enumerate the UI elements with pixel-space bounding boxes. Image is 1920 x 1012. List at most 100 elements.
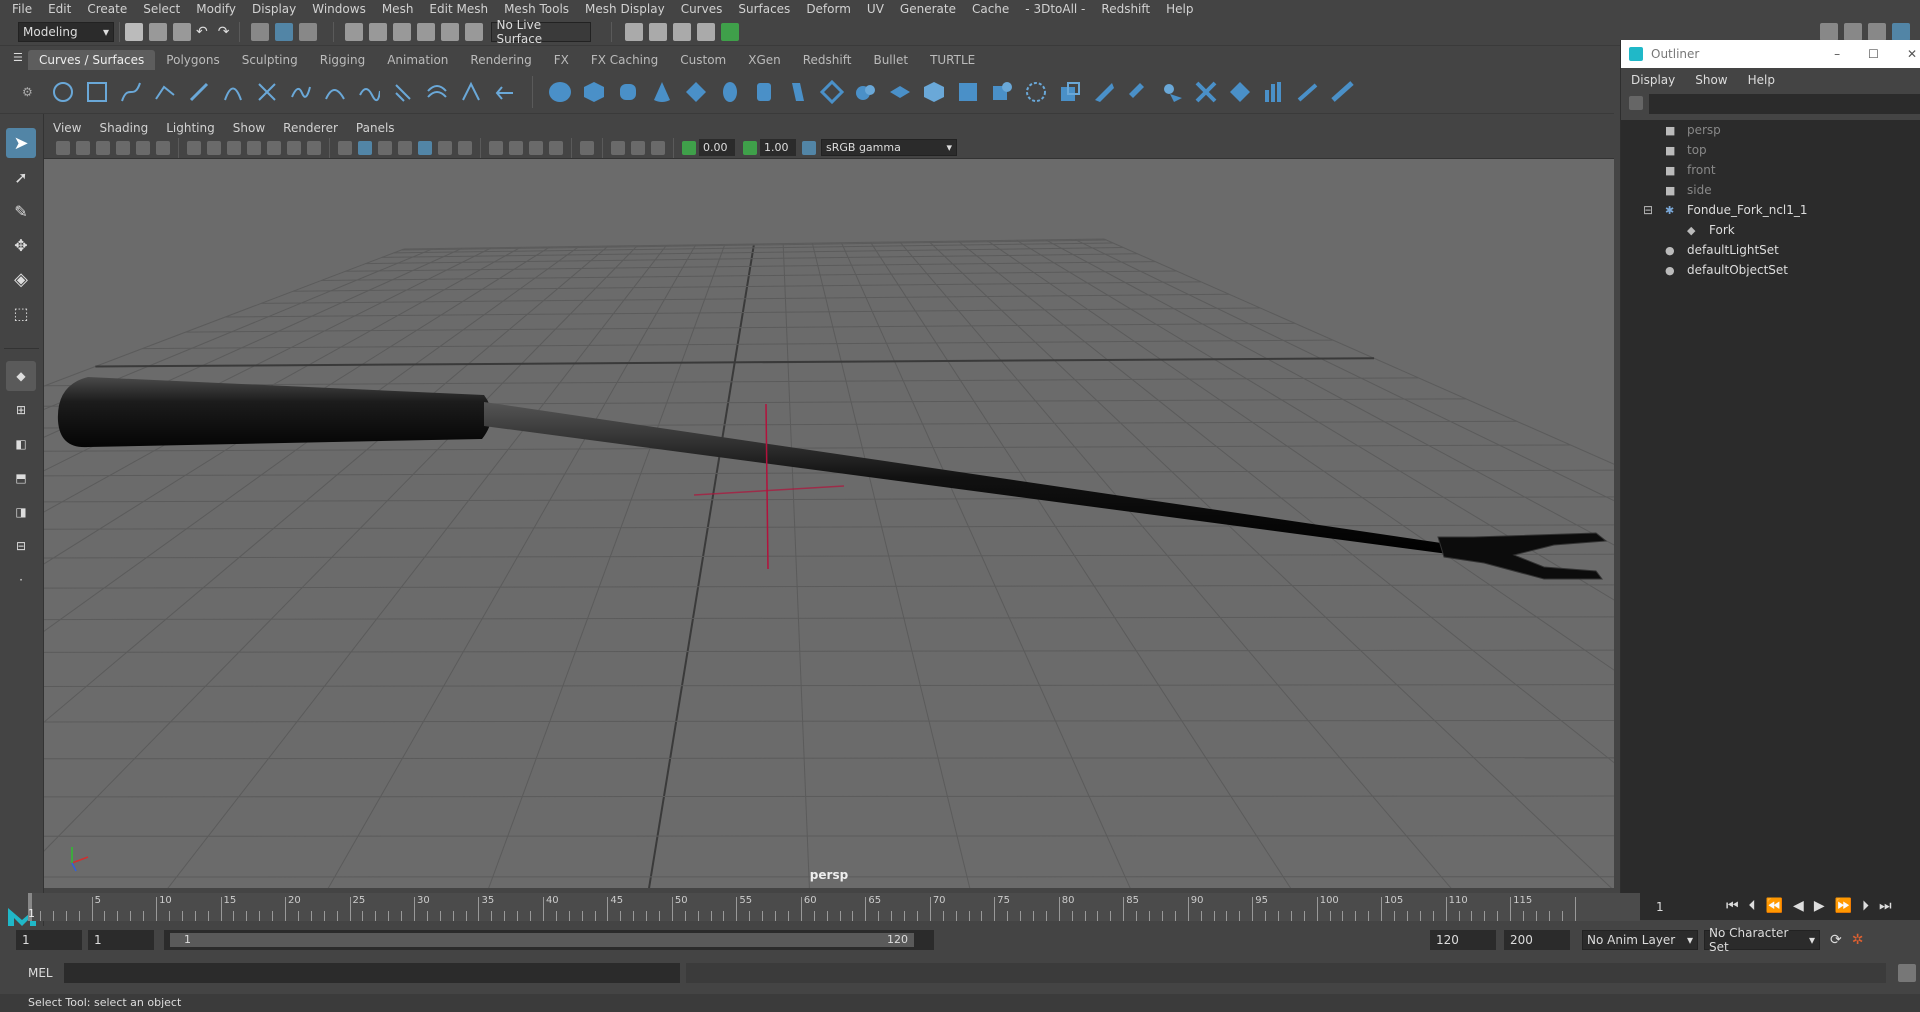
outliner-item[interactable]: ⊟ ✱ Fondue_Fork_ncl1_1 (1621, 200, 1920, 220)
boundary-icon[interactable] (956, 80, 980, 104)
rotate-tool-button[interactable]: ◈ (6, 264, 36, 294)
birail-icon[interactable] (888, 80, 912, 104)
new-scene-icon[interactable] (125, 22, 143, 41)
shelf-options-icon[interactable]: ⚙ (22, 85, 36, 99)
shelf-tab-turtle[interactable]: TURTLE (919, 50, 986, 70)
time-slider[interactable]: 1 5 10 15 20 25 30 35 40 45 50 55 60 65 70 75 80 85 90 95 1… (28, 893, 1640, 921)
shelf-tab-fx[interactable]: FX (543, 50, 580, 70)
menu-3dtoall[interactable]: - 3DtoAll - (1017, 0, 1093, 18)
shelf-tab-curves-surfaces[interactable]: Curves / Surfaces (28, 50, 156, 70)
wireframe-on-shaded-icon[interactable] (398, 140, 412, 155)
step-back-key-icon[interactable]: ⏪ (1766, 898, 1783, 914)
menu-modify[interactable]: Modify (188, 0, 244, 18)
outliner-search-input[interactable] (1649, 94, 1920, 114)
insert-isoparm-icon[interactable] (1262, 80, 1286, 104)
ambient-occlusion-icon[interactable] (489, 140, 503, 155)
gate-mask-icon[interactable] (247, 140, 261, 155)
gamma-field[interactable]: 1.00 (760, 139, 796, 156)
menu-uv[interactable]: UV (859, 0, 892, 18)
cv-curve-icon[interactable] (119, 80, 143, 104)
detach-curves-icon[interactable] (323, 80, 347, 104)
menu-create[interactable]: Create (79, 0, 135, 18)
script-language-label[interactable]: MEL (28, 966, 64, 980)
film-gate-icon[interactable] (207, 140, 221, 155)
search-icon[interactable] (1629, 96, 1643, 110)
two-pane-horizontal-button[interactable]: ⬒ (6, 463, 36, 493)
anti-aliasing-icon[interactable] (529, 140, 543, 155)
resolution-gate-icon[interactable] (227, 140, 241, 155)
shelf-tab-bullet[interactable]: Bullet (862, 50, 919, 70)
select-components-icon[interactable] (299, 22, 318, 41)
nurbs-plane-icon[interactable] (684, 80, 708, 104)
two-pane-vertical-button[interactable]: ◧ (6, 429, 36, 459)
motion-blur-icon[interactable] (509, 140, 523, 155)
shelf-tab-sculpting[interactable]: Sculpting (231, 50, 309, 70)
channel-box-toggle-icon[interactable] (1844, 22, 1862, 41)
ipr-render-icon[interactable] (673, 22, 692, 41)
paint-select-tool-button[interactable]: ✎ (6, 196, 36, 226)
bevel-plus-icon[interactable] (922, 80, 946, 104)
move-tool-button[interactable]: ✥ (6, 230, 36, 260)
render-settings-icon[interactable] (697, 22, 716, 41)
nurbs-square-icon[interactable] (85, 80, 109, 104)
exposure-field[interactable]: 0.00 (699, 139, 735, 156)
snap-view-icon[interactable] (417, 22, 436, 41)
hypershade-icon[interactable] (721, 22, 740, 41)
menu-help[interactable]: Help (1158, 0, 1201, 18)
outliner-item[interactable]: ■ persp (1621, 120, 1920, 140)
menu-generate[interactable]: Generate (892, 0, 964, 18)
menu-show[interactable]: Show (224, 119, 274, 137)
ep-curve-icon[interactable] (153, 80, 177, 104)
step-back-frame-icon[interactable]: ⏴ (1749, 898, 1756, 914)
shelf-menu-icon[interactable]: ☰ (13, 51, 23, 64)
go-to-end-icon[interactable]: ⏭ (1879, 898, 1892, 914)
outliner-item[interactable]: ■ front (1621, 160, 1920, 180)
range-slider[interactable]: 1 120 (164, 930, 934, 950)
bookmark-icon[interactable] (96, 140, 110, 155)
intersect-icon[interactable] (1024, 80, 1048, 104)
camera-attributes-icon[interactable] (76, 140, 90, 155)
menu-display[interactable]: Display (1621, 70, 1685, 90)
save-scene-icon[interactable] (173, 22, 191, 41)
menu-mesh[interactable]: Mesh (374, 0, 422, 18)
shelf-tab-fx-caching[interactable]: FX Caching (580, 50, 669, 70)
menu-edit-mesh[interactable]: Edit Mesh (421, 0, 496, 18)
nurbs-cone-icon[interactable] (650, 80, 674, 104)
select-objects-icon[interactable] (275, 22, 294, 41)
shadows-icon[interactable] (458, 140, 472, 155)
live-surface-field[interactable]: No Live Surface (491, 18, 592, 46)
snap-curve-icon[interactable] (369, 22, 388, 41)
menu-view[interactable]: View (44, 119, 90, 137)
select-hierarchy-icon[interactable] (251, 22, 270, 41)
view-transform-dropdown[interactable]: sRGB gamma ▾ (821, 139, 957, 156)
step-forward-key-icon[interactable]: ⏩ (1835, 898, 1852, 914)
graph-persp-layout-button[interactable]: ⊟ (6, 531, 36, 561)
open-close-icon[interactable] (1228, 80, 1252, 104)
current-time-field[interactable]: 1 (1650, 897, 1716, 915)
undo-icon[interactable]: ↶ (196, 24, 208, 40)
grid-toggle-icon[interactable] (187, 140, 201, 155)
bezier-curve-icon[interactable] (255, 80, 279, 104)
menu-select[interactable]: Select (135, 0, 188, 18)
go-to-start-icon[interactable]: ⏮ (1726, 898, 1739, 914)
snap-vertex-icon[interactable] (465, 22, 484, 41)
four-pane-layout-button[interactable]: ⊞ (6, 395, 36, 425)
use-all-lights-icon[interactable] (438, 140, 452, 155)
nurbs-cube-icon[interactable] (582, 80, 606, 104)
outliner-item[interactable]: ◆ Fork (1621, 220, 1920, 240)
animation-end-field[interactable]: 200 (1504, 930, 1570, 950)
field-chart-icon[interactable] (267, 140, 281, 155)
nurbs-sphere-icon[interactable] (548, 80, 572, 104)
single-pane-layout-button[interactable]: ◆ (6, 361, 36, 391)
shelf-tab-rigging[interactable]: Rigging (309, 50, 376, 70)
menu-panels[interactable]: Panels (347, 119, 404, 137)
color-management-icon[interactable] (802, 140, 816, 155)
play-backwards-icon[interactable]: ◀ (1793, 898, 1804, 914)
nurbs-circle-icon[interactable] (51, 80, 75, 104)
menu-mesh-tools[interactable]: Mesh Tools (496, 0, 577, 18)
menu-cache[interactable]: Cache (964, 0, 1017, 18)
xray-active-icon[interactable] (631, 140, 645, 155)
shelf-tab-custom[interactable]: Custom (669, 50, 737, 70)
play-forwards-icon[interactable]: ▶ (1814, 898, 1825, 914)
safe-action-icon[interactable] (287, 140, 301, 155)
